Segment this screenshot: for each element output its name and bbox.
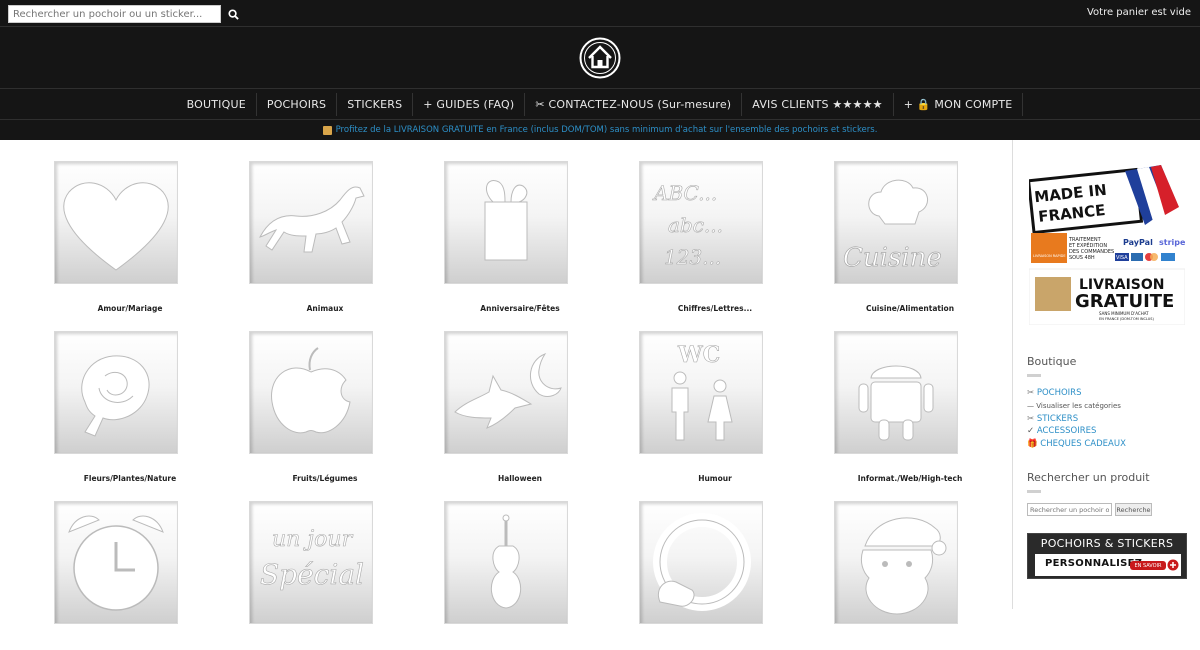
banner-personnalisez: PERSONNALISEZ <box>1045 558 1143 569</box>
nav-item-contact[interactable]: ✂ CONTACTEZ-NOUS (Sur-mesure) <box>525 93 743 116</box>
sidebar-link-visualiser[interactable]: — Visualiser les catégories <box>1027 402 1121 410</box>
chef-hat-icon: Cuisine <box>834 161 958 284</box>
title-underline <box>1027 374 1041 377</box>
wc-text: WC <box>677 342 720 368</box>
site-logo[interactable] <box>578 36 622 80</box>
header-search <box>8 5 242 23</box>
house-logo-icon <box>579 37 621 79</box>
santa-icon <box>834 501 958 624</box>
violin-icon <box>444 501 568 624</box>
paypal-logo: PayPal <box>1123 238 1153 247</box>
category-tile[interactable]: un jour Spécial <box>210 480 405 650</box>
nav-item-pochoirs[interactable]: POCHOIRS <box>257 93 338 116</box>
stripe-logo: stripe <box>1159 238 1185 247</box>
sidebar-title-boutique: Boutique <box>1027 355 1077 368</box>
category-tile[interactable] <box>405 480 600 650</box>
gratuite-text: GRATUITE <box>1075 291 1174 312</box>
title-underline <box>1027 490 1041 493</box>
sidebar-search-button[interactable]: Recherche <box>1115 503 1152 516</box>
cart-status[interactable]: Votre panier est vide <box>1087 7 1191 18</box>
alarm-clock-icon <box>54 501 178 624</box>
category-tile[interactable]: Amour/Mariage <box>15 140 210 313</box>
un-jour-text: un jour <box>272 527 354 552</box>
divider <box>0 26 1200 27</box>
category-tile[interactable]: Fleurs/Plantes/Nature <box>15 310 210 483</box>
sidebar-search-input[interactable] <box>1027 503 1112 516</box>
site-header: Votre panier est vide BOUTIQUE POCHOIRS … <box>0 0 1200 140</box>
visa-logo: VISA <box>1116 255 1128 261</box>
sidebar-link-stickers[interactable]: ✂ STICKERS <box>1027 414 1078 424</box>
svg-text:SANS MINIMUM D'ACHAT: SANS MINIMUM D'ACHAT <box>1099 311 1149 316</box>
category-tile[interactable] <box>15 480 210 650</box>
plus-circle-icon <box>1167 559 1179 571</box>
scissors-icon: ✂ <box>1027 414 1035 424</box>
category-tile[interactable]: Anniversaire/Fêtes <box>405 140 600 313</box>
category-tile[interactable]: Halloween <box>405 310 600 483</box>
svg-text:SOUS 48H: SOUS 48H <box>1069 255 1095 261</box>
gift-icon: 🎁 <box>1027 439 1038 449</box>
abc-icon: ABC... abc... 123... <box>639 161 763 284</box>
category-tile[interactable] <box>795 480 990 650</box>
wc-icon: WC <box>639 331 763 454</box>
package-icon <box>322 125 332 135</box>
heart-icon <box>54 161 178 284</box>
cuisine-text: Cuisine <box>843 243 942 273</box>
nav-item-mon-compte[interactable]: + 🔒 MON COMPTE <box>894 93 1024 116</box>
search-button[interactable] <box>224 5 242 23</box>
pacifier-icon <box>639 501 763 624</box>
nav-item-guides[interactable]: + GUIDES (FAQ) <box>413 93 526 116</box>
nav-item-boutique[interactable]: BOUTIQUE <box>177 93 257 116</box>
category-tile[interactable]: Informat./Web/High-tech <box>795 310 990 483</box>
rose-icon <box>54 331 178 454</box>
nav-item-avis-clients[interactable]: AVIS CLIENTS ★★★★★ <box>742 93 894 116</box>
category-tile[interactable] <box>600 480 795 650</box>
horse-icon <box>249 161 373 284</box>
livraison-rapide-text: LIVRAISON RAPIDE <box>1033 254 1066 258</box>
scissors-icon: ✂ <box>1027 388 1035 398</box>
witch-moon-icon <box>444 331 568 454</box>
promo-text: Profitez de la LIVRAISON GRATUITE en Fra… <box>335 125 878 135</box>
made-in-france-badge[interactable]: MADE IN FRANCE LIVRAISON RAPIDE TRAITEME… <box>1026 163 1186 326</box>
truck-icon <box>1031 233 1067 263</box>
un-jour-special-icon: un jour Spécial <box>249 501 373 624</box>
search-icon <box>227 8 239 20</box>
check-icon: ✓ <box>1027 426 1035 436</box>
gift-icon <box>444 161 568 284</box>
svg-text:ET EXPÉDITION: ET EXPÉDITION <box>1069 241 1107 249</box>
nav-item-stickers[interactable]: STICKERS <box>337 93 414 116</box>
svg-text:EN FRANCE (DOM-TOM INCLUS): EN FRANCE (DOM-TOM INCLUS) <box>1099 317 1154 321</box>
main-nav: BOUTIQUE POCHOIRS STICKERS + GUIDES (FAQ… <box>0 90 1200 119</box>
sidebar-link-cheques[interactable]: 🎁 CHEQUES CADEAUX <box>1027 439 1126 449</box>
abc-line3: 123... <box>664 245 721 269</box>
abc-line2: abc... <box>668 213 723 237</box>
sidebar-link-pochoirs[interactable]: ✂ POCHOIRS <box>1027 388 1081 398</box>
personnalisez-banner[interactable]: POCHOIRS & STICKERS PERSONNALISEZ EN SAV… <box>1027 533 1187 579</box>
abc-line1: ABC... <box>652 181 717 205</box>
category-tile[interactable]: Animaux <box>210 140 405 313</box>
divider <box>0 88 1200 89</box>
sidebar-title-search: Rechercher un produit <box>1027 471 1150 484</box>
apple-icon <box>249 331 373 454</box>
category-tile[interactable]: ABC... abc... 123... Chiffres/Lettres... <box>600 140 795 313</box>
special-text: Spécial <box>260 558 364 591</box>
category-tile[interactable]: Fruits/Légumes <box>210 310 405 483</box>
promo-banner[interactable]: Profitez de la LIVRAISON GRATUITE en Fra… <box>0 121 1200 139</box>
delivery-box-icon <box>1035 277 1071 311</box>
divider <box>0 119 1200 120</box>
category-tile[interactable]: Cuisine Cuisine/Alimentation <box>795 140 990 313</box>
sidebar-link-accessoires[interactable]: ✓ ACCESSOIRES <box>1027 426 1096 436</box>
en-savoir-button[interactable]: EN SAVOIR <box>1130 561 1166 570</box>
banner-title: POCHOIRS & STICKERS <box>1040 537 1174 550</box>
category-grid: Amour/Mariage Animaux Anniversaire/Fêtes… <box>0 140 1012 624</box>
category-tile[interactable]: WC Humour <box>600 310 795 483</box>
android-icon <box>834 331 958 454</box>
search-input[interactable] <box>8 5 221 23</box>
banner-box: PERSONNALISEZ EN SAVOIR <box>1035 554 1181 576</box>
